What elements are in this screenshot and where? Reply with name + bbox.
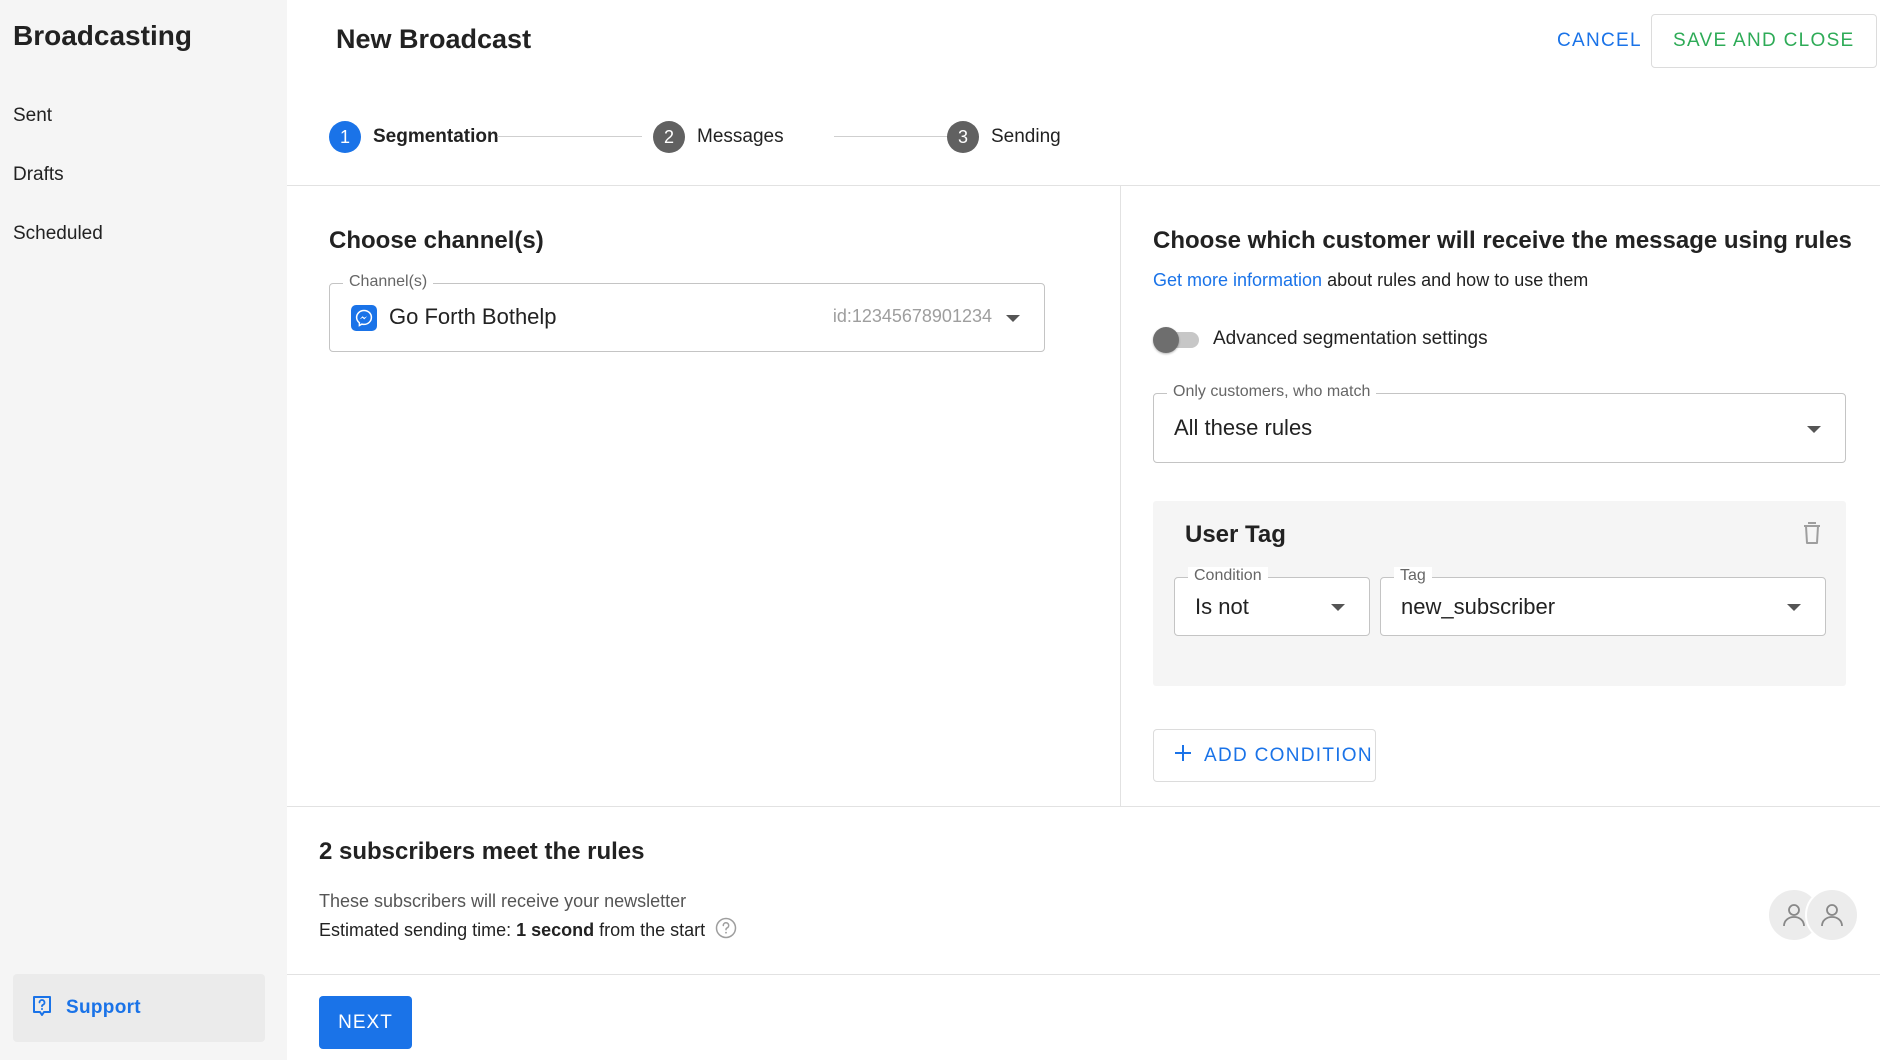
user-icon (1821, 904, 1843, 927)
sidebar-item-scheduled[interactable]: Scheduled (13, 223, 103, 245)
channels-title: Choose channel(s) (329, 227, 544, 254)
rules-info-text: about rules and how to use them (1322, 270, 1589, 290)
tag-value: new_subscriber (1401, 594, 1556, 619)
match-select-label: Only customers, who match (1167, 383, 1377, 401)
chevron-down-icon (1006, 315, 1020, 322)
subscriber-avatars (1767, 888, 1867, 942)
next-button[interactable]: NEXT (319, 996, 412, 1049)
app-title: Broadcasting (13, 20, 192, 51)
channel-select[interactable]: Channel(s) Go Forth Bothelp id:123456789… (329, 273, 1045, 352)
step-label: Sending (991, 126, 1061, 147)
tag-label: Tag (1394, 567, 1432, 585)
channel-id: id:12345678901234 (832, 306, 992, 326)
toggle-thumb (1153, 327, 1179, 353)
cancel-button[interactable]: CANCEL (1537, 14, 1662, 68)
divider (287, 806, 1880, 807)
main-panel: New Broadcast CANCEL SAVE AND CLOSE 1 Se… (287, 0, 1880, 1060)
step-connector (497, 136, 642, 137)
rule-card-title: User Tag (1185, 521, 1286, 548)
step-label: Messages (697, 126, 784, 147)
rules-title: Choose which customer will receive the m… (1153, 227, 1852, 254)
save-and-close-button[interactable]: SAVE AND CLOSE (1651, 14, 1877, 68)
estimate-value: 1 second (516, 920, 595, 940)
page-title: New Broadcast (336, 24, 532, 54)
match-value: All these rules (1174, 415, 1313, 440)
channel-select-label: Channel(s) (343, 273, 434, 291)
match-select[interactable]: Only customers, who match All these rule… (1153, 383, 1846, 463)
divider (1120, 186, 1121, 806)
avatar (1805, 888, 1859, 942)
help-icon[interactable] (715, 917, 737, 944)
add-condition-label: ADD CONDITION (1204, 744, 1373, 766)
estimated-sending-time: Estimated sending time: 1 second from th… (319, 917, 737, 944)
more-info-link[interactable]: Get more information (1153, 270, 1322, 290)
step-messages[interactable]: 2 Messages (653, 120, 784, 154)
subscribers-description: These subscribers will receive your news… (319, 891, 687, 911)
step-number: 2 (653, 121, 685, 153)
advanced-segmentation-toggle[interactable] (1153, 326, 1201, 353)
estimate-suffix: from the start (599, 920, 706, 940)
sidebar-item-sent[interactable]: Sent (13, 105, 52, 127)
tag-select[interactable]: Tag new_subscriber (1380, 567, 1826, 636)
stepper: 1 Segmentation 2 Messages 3 Sending (329, 120, 1061, 154)
add-condition-button[interactable]: ADD CONDITION (1153, 729, 1376, 782)
rules-info: Get more information about rules and how… (1153, 270, 1588, 291)
trash-icon[interactable] (1802, 521, 1822, 550)
support-button[interactable]: Support (13, 974, 265, 1042)
divider (287, 974, 1880, 975)
step-number: 1 (329, 121, 361, 153)
divider (287, 185, 1880, 186)
rule-card-user-tag: User Tag Condition Is not Tag new_subscr… (1153, 501, 1846, 686)
chevron-down-icon (1787, 604, 1801, 611)
advanced-segmentation-label: Advanced segmentation settings (1213, 328, 1488, 349)
step-label: Segmentation (373, 126, 499, 147)
messenger-icon (351, 305, 377, 331)
channel-name: Go Forth Bothelp (389, 304, 557, 329)
user-icon (1783, 904, 1805, 927)
sidebar-item-drafts[interactable]: Drafts (13, 164, 64, 186)
support-icon (30, 994, 54, 1023)
condition-label: Condition (1188, 567, 1268, 585)
sidebar: Broadcasting Sent Drafts Scheduled Suppo… (0, 0, 287, 1060)
step-sending[interactable]: 3 Sending (947, 120, 1061, 154)
step-segmentation[interactable]: 1 Segmentation (329, 120, 499, 154)
condition-select[interactable]: Condition Is not (1174, 567, 1370, 636)
condition-value: Is not (1195, 594, 1249, 619)
chevron-down-icon (1331, 604, 1345, 611)
step-number: 3 (947, 121, 979, 153)
support-label: Support (66, 997, 141, 1018)
estimate-prefix: Estimated sending time: (319, 920, 512, 940)
subscribers-count-title: 2 subscribers meet the rules (319, 838, 645, 865)
chevron-down-icon (1807, 426, 1821, 433)
plus-icon (1174, 744, 1192, 767)
